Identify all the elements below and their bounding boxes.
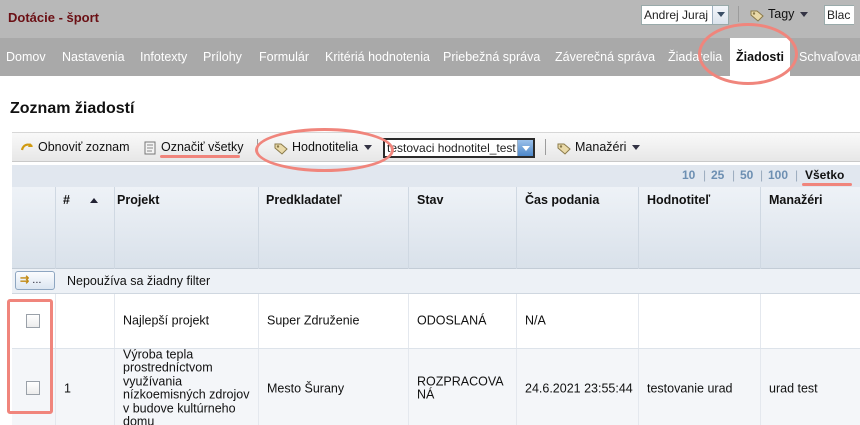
sort-ascending-icon — [90, 198, 98, 203]
row-evaluator-cell — [638, 294, 760, 348]
nav-item-infotexty[interactable]: Infotexty — [140, 38, 187, 76]
row-applicant: Mesto Šurany — [267, 380, 345, 395]
filter-arrows-icon: ⇉ — [20, 274, 30, 286]
column-header-managers[interactable]: Manažéri — [760, 187, 860, 269]
refresh-label: Obnoviť zoznam — [38, 140, 130, 154]
row-status-cell: ROZPRACOVANÁ — [408, 349, 516, 425]
page-size-100[interactable]: 100 — [768, 168, 788, 182]
nav-item-kriteria-hodnotenia[interactable]: Kritériá hodnotenia — [325, 38, 430, 76]
column-header-select — [12, 187, 55, 269]
row-project-cell: Najlepší projekt — [114, 294, 258, 348]
row-submitted-cell: N/A — [516, 294, 638, 348]
row-evaluator-cell: testovanie urad — [638, 349, 760, 425]
column-header-label: Projekt — [117, 193, 160, 207]
filter-status-text: Nepoužíva sa žiadny filter — [67, 274, 211, 288]
manager-select[interactable]: Andrej Juraj — [641, 5, 729, 25]
row-project[interactable]: Najlepší projekt — [123, 314, 254, 328]
chevron-down-icon[interactable] — [712, 6, 728, 24]
pager-separator: | — [703, 168, 707, 182]
column-header-status[interactable]: Stav — [408, 187, 516, 269]
row-number-cell: 1 — [55, 349, 114, 425]
page-size-10[interactable]: 10 — [682, 168, 695, 182]
annotation-box-checkboxes — [7, 299, 53, 414]
row-number-cell — [55, 294, 114, 348]
document-icon — [144, 141, 156, 155]
row-applicant-cell: Super Združenie — [258, 294, 408, 348]
row-managers-cell: urad test — [760, 349, 860, 425]
filter-bar: ⇉ ... Nepoužíva sa žiadny filter — [12, 269, 860, 294]
row-submitted: 24.6.2021 23:55:44 — [525, 380, 633, 395]
refresh-button[interactable]: Obnoviť zoznam — [20, 133, 130, 161]
page-size-25[interactable]: 25 — [711, 168, 724, 182]
annotation-circle-ziadosti — [698, 23, 798, 85]
page-size-50[interactable]: 50 — [740, 168, 753, 182]
tag-icon — [557, 143, 571, 155]
filter-button-label: ... — [32, 274, 42, 286]
row-managers: urad test — [769, 380, 818, 395]
app-title: Dotácie - šport — [8, 10, 100, 25]
nav-item-formular[interactable]: Formulár — [259, 38, 309, 76]
column-header-label: Manažéri — [769, 193, 823, 207]
row-number: 1 — [64, 380, 71, 395]
row-applicant: Super Združenie — [267, 313, 360, 328]
nav-item-domov[interactable]: Domov — [6, 38, 46, 76]
column-header-label: Stav — [417, 193, 444, 207]
annotation-circle-hodnotitelia — [255, 128, 394, 172]
list-toolbar: Obnoviť zoznam Označiť všetky Hodnotitel… — [12, 132, 860, 162]
column-header-evaluator[interactable]: Hodnotiteľ — [638, 187, 760, 269]
pager-separator: | — [760, 168, 764, 182]
row-evaluator: testovanie urad — [647, 380, 733, 395]
refresh-arrow-icon — [20, 142, 33, 151]
column-header-number[interactable]: # — [55, 187, 114, 269]
nav-item-priebezna-sprava[interactable]: Priebežná správa — [443, 38, 540, 76]
page-title: Zoznam žiadostí — [10, 100, 135, 117]
filter-button[interactable]: ⇉ ... — [15, 271, 55, 290]
managers-filter-button[interactable]: Manažéri — [557, 133, 641, 161]
annotation-underline-all — [802, 183, 852, 186]
nav-item-schvalovanie[interactable]: Schvaľovan — [799, 38, 860, 76]
chevron-down-icon[interactable] — [517, 140, 533, 156]
evaluator-select-value: testovaci hodnotitel_test — [387, 141, 516, 155]
row-project-cell: Výroba tepla prostredníctvom využívania … — [114, 347, 258, 425]
nav-item-prilohy[interactable]: Prílohy — [203, 38, 242, 76]
toolbar-separator — [738, 6, 739, 22]
tag-icon — [750, 10, 764, 22]
column-header-label: Hodnotiteľ — [647, 193, 711, 207]
row-submitted-cell: 24.6.2021 23:55:44 — [516, 349, 638, 425]
tags-select-value: Blac — [827, 8, 851, 22]
toolbar-separator — [545, 139, 546, 155]
tags-select[interactable]: Blac — [824, 5, 854, 25]
column-header-project[interactable]: Projekt — [114, 187, 262, 269]
column-header-label: Predkladateľ — [266, 193, 342, 207]
row-submitted: N/A — [525, 313, 546, 328]
managers-label: Manažéri — [575, 140, 627, 154]
table-header: # Projekt Predkladateľ Stav Čas podania … — [12, 187, 860, 269]
select-all-label: Označiť všetky — [161, 140, 244, 154]
page-size-selector: 10 | 25 | 50 | 100 | Všetko — [12, 165, 860, 187]
row-project[interactable]: Výroba tepla prostredníctvom využívania … — [123, 347, 254, 425]
row-applicant-cell: Mesto Šurany — [258, 349, 408, 425]
row-status: ROZPRACOVANÁ — [417, 374, 504, 402]
column-header-applicant[interactable]: Predkladateľ — [258, 187, 408, 269]
page-size-all[interactable]: Všetko — [805, 168, 844, 182]
table-row: Najlepší projekt Super Združenie ODOSLAN… — [12, 294, 860, 349]
tags-label: Tagy — [768, 7, 795, 21]
row-status: ODOSLANÁ — [417, 313, 487, 328]
column-header-label: # — [63, 193, 70, 207]
table-row: 1 Výroba tepla prostredníctvom využívani… — [12, 347, 860, 425]
manager-select-value: Andrej Juraj — [644, 8, 709, 22]
evaluator-select[interactable]: testovaci hodnotitel_test — [383, 138, 535, 158]
row-status-cell: ODOSLANÁ — [408, 294, 516, 348]
nav-item-nastavenia[interactable]: Nastavenia — [62, 38, 125, 76]
pager-separator: | — [732, 168, 736, 182]
column-header-submitted[interactable]: Čas podania — [516, 187, 638, 269]
nav-item-zaverecna-sprava[interactable]: Záverečná správa — [555, 38, 655, 76]
annotation-underline-select-all — [160, 155, 240, 158]
chevron-down-icon — [800, 12, 809, 18]
chevron-down-icon — [632, 145, 641, 151]
row-managers-cell — [760, 294, 860, 348]
pager-separator: | — [795, 168, 799, 182]
column-header-label: Čas podania — [525, 193, 600, 207]
